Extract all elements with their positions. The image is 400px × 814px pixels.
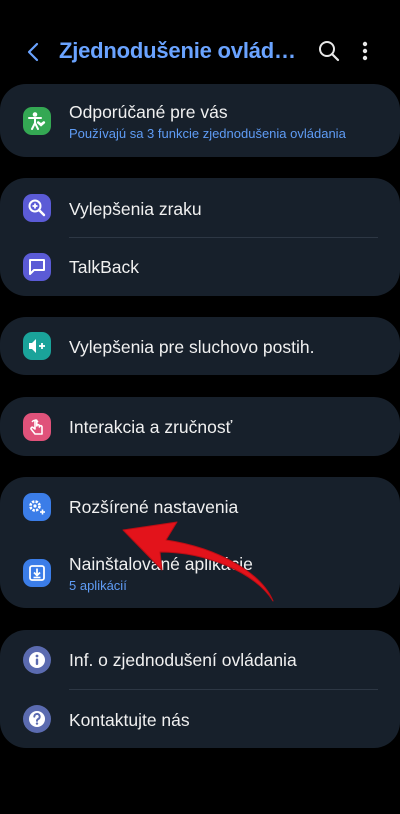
contact-item[interactable]: Kontaktujte nás — [0, 690, 400, 748]
search-icon — [319, 41, 340, 62]
talkback-label: TalkBack — [69, 257, 140, 277]
magnifier-plus-icon — [28, 199, 46, 217]
info-icon — [29, 652, 45, 668]
recommended-item[interactable]: Odporúčané pre vás Používajú sa 3 funkci… — [0, 84, 400, 157]
question-icon — [29, 711, 45, 727]
interaction-icon-box — [23, 413, 51, 441]
installed-icon-box — [23, 559, 51, 587]
volume-plus-icon — [29, 339, 45, 353]
recommended-label: Odporúčané pre vás — [69, 102, 228, 122]
talkback-icon-box — [23, 253, 51, 281]
touch-hand-icon — [30, 419, 43, 435]
back-button[interactable] — [18, 36, 50, 68]
hearing-label: Vylepšenia pre sluchovo postih. — [69, 337, 315, 357]
top-app-bar: Zjednodušenie ovládania — [0, 28, 400, 76]
talkback-item[interactable]: TalkBack — [0, 238, 400, 296]
advanced-icon-box — [23, 493, 51, 521]
interaction-label: Interakcia a zručnosť — [69, 417, 233, 437]
contact-icon-box — [23, 705, 51, 733]
gear-plus-icon — [29, 500, 45, 515]
download-box-icon — [29, 565, 45, 581]
search-button[interactable] — [314, 36, 344, 66]
card-about: Inf. o zjednodušení ovládania Kontaktujt… — [0, 630, 400, 748]
contact-label: Kontaktujte nás — [69, 710, 190, 730]
card-interaction: Interakcia a zručnosť — [0, 397, 400, 456]
info-item[interactable]: Inf. o zjednodušení ovládania — [0, 630, 400, 688]
vision-label: Vylepšenia zraku — [69, 199, 202, 219]
installed-apps-item[interactable]: Nainštalované aplikácie 5 aplikácií — [0, 537, 400, 608]
info-icon-box — [23, 646, 51, 674]
hearing-icon-box — [23, 332, 51, 360]
page-title: Zjednodušenie ovládania — [59, 38, 304, 63]
card-hearing: Vylepšenia pre sluchovo postih. — [0, 317, 400, 375]
back-arrow-icon — [27, 42, 39, 62]
card-vision: Vylepšenia zraku TalkBack — [0, 178, 400, 296]
installed-apps-label: Nainštalované aplikácie — [69, 554, 253, 574]
more-options-button[interactable] — [352, 36, 378, 66]
card-recommended: Odporúčané pre vás Používajú sa 3 funkci… — [0, 84, 400, 157]
speech-bubble-icon — [29, 259, 45, 275]
installed-apps-sublabel: 5 aplikácií — [69, 578, 127, 593]
accessibility-settings-screen: Zjednodušenie ovládania Odporúčané pre v… — [0, 0, 400, 814]
advanced-label: Rozšírené nastavenia — [69, 497, 239, 517]
accessibility-person-icon — [28, 112, 46, 130]
vision-icon-box — [23, 194, 51, 222]
card-advanced: Rozšírené nastavenia Nainštalované aplik… — [0, 477, 400, 608]
advanced-item[interactable]: Rozšírené nastavenia — [0, 477, 400, 535]
interaction-item[interactable]: Interakcia a zručnosť — [0, 397, 400, 455]
hearing-item[interactable]: Vylepšenia pre sluchovo postih. — [0, 317, 400, 375]
vision-item[interactable]: Vylepšenia zraku — [0, 178, 400, 236]
recommended-sublabel: Používajú sa 3 funkcie zjednodušenia ovl… — [69, 126, 346, 141]
info-label: Inf. o zjednodušení ovládania — [69, 650, 297, 670]
more-vertical-icon — [362, 41, 368, 61]
recommended-icon-box — [23, 107, 51, 135]
